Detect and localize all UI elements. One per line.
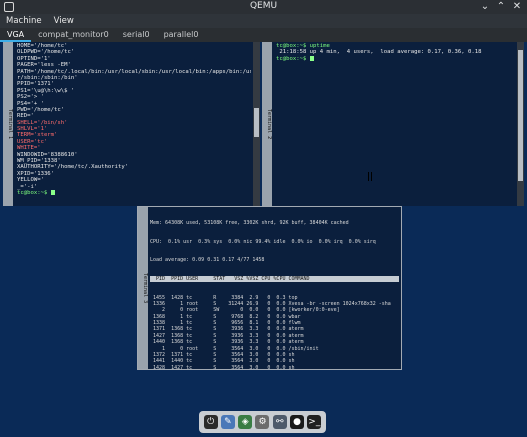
tab-bar: VGA compat_monitor0 serial0 parallel0 [0,28,527,42]
menu-machine[interactable]: Machine [0,14,48,28]
terminal-line: PATH='/home/tc/.local/bin:/usr/local/sbi… [17,68,251,75]
window-titlebar: QEMU ⌄ ⌃ ✕ [0,0,527,14]
tab-compat-monitor0[interactable]: compat_monitor0 [31,28,116,42]
scrollbar-thumb[interactable] [518,50,523,182]
text-cursor [50,189,55,195]
scrollbar-thumb[interactable] [254,107,259,138]
tab-parallel0[interactable]: parallel0 [157,28,206,42]
top-summary-load: Load average: 0.09 0.31 0.17 4/77 1458 [150,257,265,264]
text-cursor [309,55,314,61]
pen-icon[interactable]: ✎ [220,415,235,429]
right-terminal-scrollbar[interactable] [517,42,524,206]
terminal-icon[interactable]: >_ [307,415,322,429]
tab-vga[interactable]: VGA [0,28,32,42]
apps-icon[interactable]: ◈ [238,415,253,429]
process-row: 1428 1427 tc S 3564 3.0 0 0.0 sh [150,364,295,370]
window-controls: ⌄ ⌃ ✕ [479,1,523,13]
right-terminal-window[interactable]: Terminal 2 tc@box:~$ uptime 21:18:58 up … [262,42,524,206]
top-table-header: PID PPID USER STAT VSZ %VSZ CPU %CPU COM… [150,275,399,283]
top-summary-mem: Mem: 64308K used, 53108K free, 3302K shr… [150,220,349,227]
terminal-side-label: Terminal 3 [138,207,148,369]
terminal-side-label: Terminal 1 [3,42,13,206]
network-icon[interactable]: ⚯ [272,415,287,429]
settings-icon[interactable]: ⚙ [255,415,270,429]
maximize-icon[interactable]: ⌃ [495,1,507,13]
terminal-line: tc@box:~$ [276,55,513,62]
guest-display[interactable]: Terminal 1 HOME='/home/tc' OLDPWD='/home/… [0,42,527,437]
left-terminal-scrollbar[interactable] [253,42,260,206]
top-process-list: 1455 1428 tc R 3384 2.9 0 0.3 top 1336 1… [150,295,399,370]
minimize-icon[interactable]: ⌄ [479,1,491,13]
top-output: Mem: 64308K used, 53108K free, 3302K shr… [150,208,399,370]
power-icon[interactable]: ⏻ [203,415,218,429]
terminal-line: tc@box:~$ [17,189,249,196]
tab-serial0[interactable]: serial0 [116,28,157,42]
left-terminal-output: HOME='/home/tc' OLDPWD='/home/tc' OPTIND='… [15,42,251,206]
penguin-icon[interactable]: ● [290,415,305,429]
menu-bar: Machine View [0,14,527,28]
left-terminal-window[interactable]: Terminal 1 HOME='/home/tc' OLDPWD='/home/… [3,42,260,206]
dock-bar: ⏻ ✎ ◈ ⚙ ⚯ ● >_ [199,411,326,433]
mouse-text-cursor [368,172,372,181]
top-summary-cpu: CPU: 0.1% usr 0.3% sys 0.0% nic 99.4% id… [150,238,376,245]
window-title: QEMU [249,1,278,11]
close-icon[interactable]: ✕ [511,1,523,13]
terminal-side-label: Terminal 2 [262,42,272,206]
right-terminal-output: tc@box:~$ uptime 21:18:58 up 4 min, 4 us… [274,42,515,206]
menu-view[interactable]: View [48,14,80,28]
top-terminal-window[interactable]: Terminal 3 Mem: 64308K used, 53108K free… [137,206,402,370]
